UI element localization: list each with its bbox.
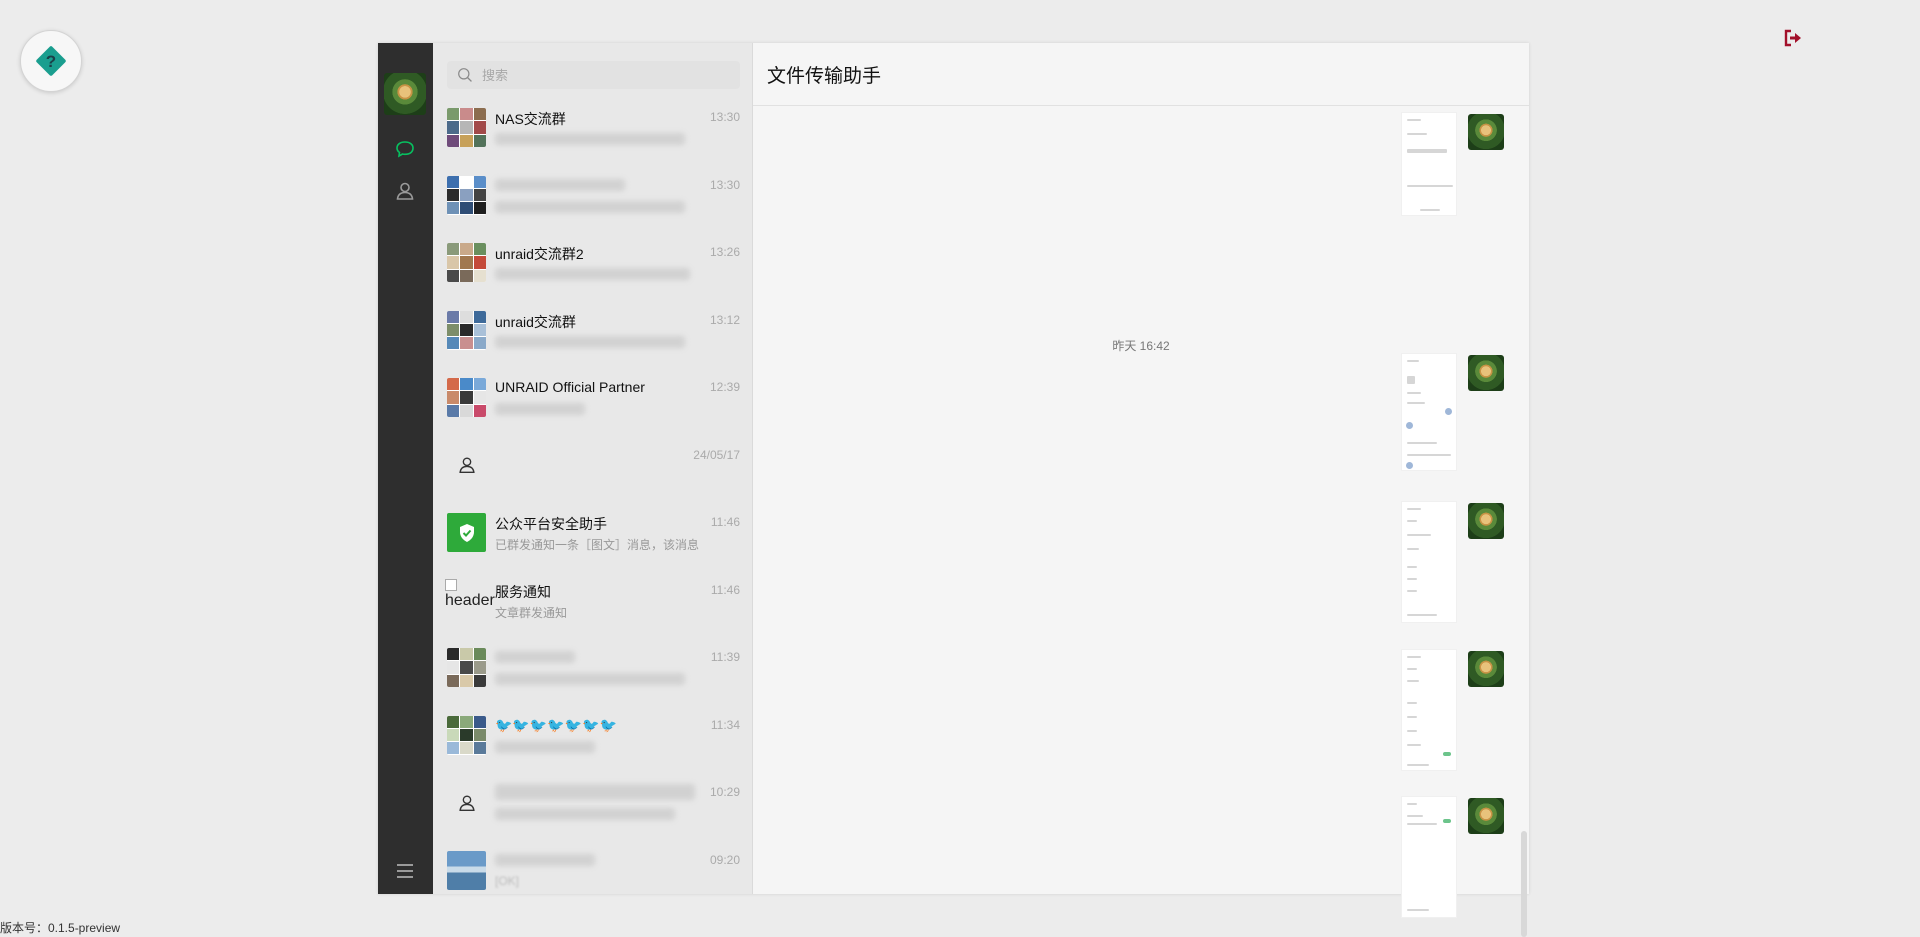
group-avatar <box>447 175 486 215</box>
conversation-preview: [OK] <box>495 873 520 888</box>
conversation-item[interactable]: 🐦🐦🐦🐦🐦🐦🐦 11:34 <box>433 705 752 773</box>
conversation-item[interactable]: NAS交流群 13:30 <box>433 97 752 165</box>
broken-image-icon <box>445 578 457 591</box>
contacts-icon[interactable] <box>393 179 417 203</box>
sender-avatar[interactable] <box>1468 503 1504 539</box>
image-message[interactable] <box>1401 353 1457 471</box>
sender-avatar[interactable] <box>1468 798 1504 834</box>
conversation-name: 公众平台安全助手 <box>495 516 607 532</box>
conversation-item[interactable]: UNRAID Official Partner 12:39 <box>433 367 752 435</box>
my-avatar[interactable] <box>384 73 426 115</box>
conversation-name: 🐦🐦🐦🐦🐦🐦🐦 <box>495 716 618 733</box>
sender-avatar[interactable] <box>1468 355 1504 391</box>
conversation-name: UNRAID Official Partner <box>495 379 645 395</box>
chat-pane: 文件传输助手 昨天 16:42 <box>753 43 1529 937</box>
person-avatar <box>447 446 486 485</box>
image-message[interactable] <box>1401 501 1457 623</box>
conversation-time: 13:12 <box>709 312 740 327</box>
group-avatar <box>447 108 486 147</box>
conversation-name: 服务通知 <box>495 583 551 600</box>
group-avatar <box>447 310 486 350</box>
conversation-time: 12:39 <box>709 380 740 394</box>
search-input[interactable] <box>480 66 710 84</box>
security-avatar <box>447 513 486 552</box>
conversation-preview: 文章群发通知 <box>495 605 568 620</box>
conversation-item[interactable]: unraid交流群2 13:26 <box>433 232 752 300</box>
conversation-time: 13:30 <box>709 110 740 124</box>
person-icon <box>458 457 475 474</box>
version-label: 版本号：0.1.5-preview <box>0 921 121 935</box>
conversation-item[interactable]: 09:20 [OK] <box>433 840 752 895</box>
image-alt-text: header <box>445 591 495 609</box>
conversation-preview: 已群发通知一条［图文］消息，该消息 <box>495 538 700 552</box>
group-avatar <box>447 243 486 282</box>
conversation-list-pane: NAS交流群 13:30 13:30 unraid交流群2 13:26 <box>433 43 753 894</box>
photo-avatar <box>447 850 486 890</box>
chat-bubble-icon[interactable] <box>393 137 417 161</box>
conversation-time: 11:46 <box>710 515 740 529</box>
conversation-time: 13:30 <box>709 177 740 192</box>
side-rail <box>378 43 433 894</box>
message-timestamp: 昨天 16:42 <box>1112 339 1170 353</box>
conversation-time: 09:20 <box>709 852 740 867</box>
group-avatar <box>447 648 486 687</box>
conversation-name: unraid交流群2 <box>495 246 584 262</box>
conversation-time: 24/05/17 <box>693 447 740 462</box>
group-avatar <box>447 715 486 755</box>
sender-avatar[interactable] <box>1468 651 1504 687</box>
sender-avatar[interactable] <box>1468 114 1504 150</box>
image-message[interactable] <box>1401 796 1457 918</box>
help-button[interactable]: ? <box>20 30 82 92</box>
conversation-time: 13:26 <box>709 245 740 259</box>
image-message[interactable] <box>1401 649 1457 771</box>
logout-icon[interactable] <box>1783 28 1803 48</box>
chat-title: 文件传输助手 <box>753 43 1529 106</box>
search-bar <box>447 61 740 89</box>
conversation-time: 10:29 <box>709 785 740 799</box>
conversation-item[interactable]: 10:29 <box>433 772 752 840</box>
menu-icon[interactable] <box>393 859 417 883</box>
conversation-item[interactable]: header 服务通知 11:46 文章群发通知 <box>433 570 752 638</box>
conversation-time: 11:46 <box>710 582 740 597</box>
conversation-time: 11:39 <box>710 650 740 664</box>
conversation-item[interactable]: 公众平台安全助手 11:46 已群发通知一条［图文］消息，该消息 <box>433 502 752 570</box>
conversation-name: unraid交流群 <box>495 313 576 330</box>
question-diamond-icon: ? <box>36 46 66 76</box>
broken-image-avatar: header <box>445 578 501 618</box>
search-icon <box>458 67 472 82</box>
person-icon <box>458 794 475 811</box>
group-avatar <box>447 378 486 417</box>
message-list: 昨天 16:42 <box>753 106 1529 937</box>
person-avatar <box>447 783 486 822</box>
conversation-item[interactable]: unraid交流群 13:12 <box>433 300 752 368</box>
scrollbar[interactable] <box>1521 831 1527 937</box>
svg-text:?: ? <box>46 52 56 71</box>
conversation-item[interactable]: 13:30 <box>433 165 752 233</box>
conversation-name: NAS交流群 <box>495 111 566 127</box>
conversation-item[interactable]: 11:39 <box>433 637 752 705</box>
image-message[interactable] <box>1401 112 1457 216</box>
shield-check-icon <box>459 523 474 542</box>
conversation-time: 11:34 <box>710 717 740 732</box>
conversation-item[interactable]: 24/05/17 <box>433 435 752 503</box>
wechat-window: NAS交流群 13:30 13:30 unraid交流群2 13:26 <box>378 43 1529 937</box>
